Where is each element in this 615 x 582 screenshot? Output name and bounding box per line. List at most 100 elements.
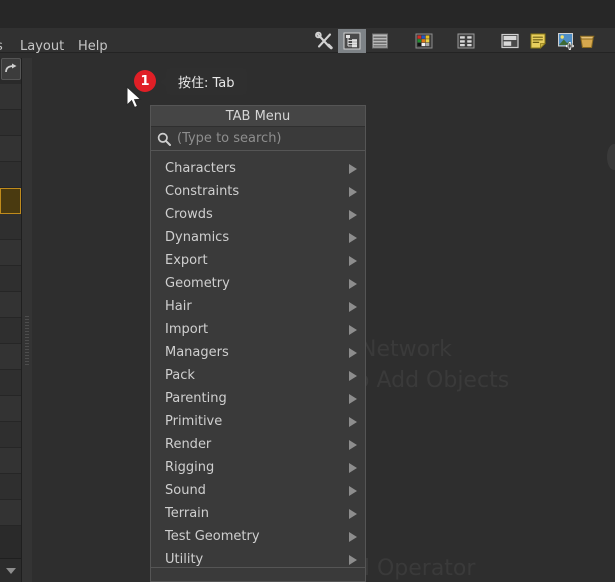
menu-item-help[interactable]: Help (78, 38, 108, 56)
tab-menu-item-label: Dynamics (165, 230, 230, 245)
rail-button-12[interactable] (0, 370, 21, 396)
rail-button-15[interactable] (0, 448, 21, 474)
view-toolbar (310, 29, 596, 53)
submenu-arrow-icon (349, 186, 357, 197)
submenu-arrow-icon (349, 485, 357, 496)
submenu-arrow-icon (349, 416, 357, 427)
tab-menu-item-label: Utility (165, 552, 204, 567)
color-palette-icon[interactable] (410, 29, 438, 53)
menu-item-layout[interactable]: Layout (20, 38, 64, 56)
tab-menu-item-list: Characters Constraints Crowds Dynamics Expor… (151, 151, 365, 567)
tab-menu-item[interactable]: Hair (151, 295, 365, 318)
tab-menu-item[interactable]: Render (151, 433, 365, 456)
tab-menu-item[interactable]: Dynamics (151, 226, 365, 249)
rail-collapse-icon[interactable] (1, 58, 21, 80)
ghost-text-add-objects: o Add Objects (356, 368, 510, 393)
rail-button-7[interactable] (0, 240, 21, 266)
tab-menu-item-label: Export (165, 253, 208, 268)
tab-menu-item-label: Sound (165, 483, 206, 498)
title-strip (0, 0, 615, 28)
edge-handle[interactable] (607, 144, 615, 170)
tab-menu-item-label: Characters (165, 161, 236, 176)
tab-menu-item-label: Primitive (165, 414, 223, 429)
tab-menu-search-row[interactable]: (Type to search) (151, 127, 365, 151)
tab-menu-item-label: Hair (165, 299, 192, 314)
rail-button-10[interactable] (0, 318, 21, 344)
submenu-arrow-icon (349, 531, 357, 542)
rail-button-14[interactable] (0, 422, 21, 448)
tab-menu-item[interactable]: Crowds (151, 203, 365, 226)
search-icon (157, 132, 171, 146)
list-view-icon[interactable] (366, 29, 394, 53)
tab-menu-title: TAB Menu (151, 106, 365, 127)
split-pane-icon[interactable] (496, 29, 524, 53)
keyboard-hint-tooltip: 按住: Tab (160, 68, 247, 95)
submenu-arrow-icon (349, 301, 357, 312)
tab-menu-item-label: Geometry (165, 276, 230, 291)
tab-menu-item-label: Test Geometry (165, 529, 260, 544)
submenu-arrow-icon (349, 393, 357, 404)
export-icon[interactable] (580, 29, 596, 53)
tab-menu-item[interactable]: Test Geometry (151, 525, 365, 548)
tab-menu-item-label: Import (165, 322, 209, 337)
tab-menu-item[interactable]: Primitive (151, 410, 365, 433)
tool-rail (0, 58, 22, 582)
tab-menu-item[interactable]: Pack (151, 364, 365, 387)
sticky-note-icon[interactable] (524, 29, 552, 53)
tab-menu-item[interactable]: Parenting (151, 387, 365, 410)
menu-item-s[interactable]: s (0, 38, 3, 56)
tab-menu-popup[interactable]: TAB Menu (Type to search) Characters Cons… (150, 105, 366, 582)
rail-button-9[interactable] (0, 292, 21, 318)
tab-menu-item[interactable]: Geometry (151, 272, 365, 295)
tab-menu-item[interactable]: Constraints (151, 180, 365, 203)
rail-button-16[interactable] (0, 474, 21, 500)
rail-scroll-down-icon[interactable] (0, 558, 21, 582)
tab-menu-item-label: Parenting (165, 391, 227, 406)
submenu-arrow-icon (349, 347, 357, 358)
tab-menu-item[interactable]: Sound (151, 479, 365, 502)
rail-button-8[interactable] (0, 266, 21, 292)
tab-menu-item[interactable]: Export (151, 249, 365, 272)
add-image-icon[interactable] (552, 29, 580, 53)
tab-menu-item-label: Managers (165, 345, 229, 360)
tab-menu-item[interactable]: Managers (151, 341, 365, 364)
tab-menu-item[interactable]: Characters (151, 157, 365, 180)
rail-button-3[interactable] (0, 136, 21, 162)
submenu-arrow-icon (349, 324, 357, 335)
rail-button-6[interactable] (0, 214, 21, 240)
rail-button-4[interactable] (0, 162, 21, 188)
tab-menu-item[interactable]: Terrain (151, 502, 365, 525)
submenu-arrow-icon (349, 370, 357, 381)
submenu-arrow-icon (349, 209, 357, 220)
submenu-arrow-icon (349, 508, 357, 519)
panel-splitter[interactable] (22, 58, 32, 582)
tab-menu-item[interactable]: Rigging (151, 456, 365, 479)
rail-button-11[interactable] (0, 344, 21, 370)
node-layout-icon[interactable] (452, 29, 480, 53)
tools-icon[interactable] (310, 29, 338, 53)
tree-view-icon[interactable] (338, 29, 366, 53)
tab-menu-footer (151, 567, 365, 581)
submenu-arrow-icon (349, 255, 357, 266)
tab-menu-item-label: Crowds (165, 207, 213, 222)
tab-menu-item-label: Constraints (165, 184, 240, 199)
rail-button-13[interactable] (0, 396, 21, 422)
splitter-grip[interactable] (25, 316, 29, 366)
rail-button-17[interactable] (0, 500, 21, 526)
submenu-arrow-icon (349, 278, 357, 289)
rail-button-5[interactable] (0, 188, 21, 214)
mouse-cursor-icon (126, 86, 142, 109)
ghost-text-network: Network (360, 337, 452, 362)
tab-menu-item-label: Pack (165, 368, 195, 383)
submenu-arrow-icon (349, 232, 357, 243)
tab-menu-item[interactable]: Utility (151, 548, 365, 567)
rail-button-2[interactable] (0, 110, 21, 136)
submenu-arrow-icon (349, 163, 357, 174)
tab-menu-item-label: Rigging (165, 460, 215, 475)
keyboard-hint-text: 按住: Tab (178, 76, 235, 91)
application-window: s Layout Help (0, 0, 615, 582)
rail-button-1[interactable] (0, 84, 21, 110)
search-input[interactable]: (Type to search) (177, 131, 282, 146)
tab-menu-item[interactable]: Import (151, 318, 365, 341)
submenu-arrow-icon (349, 462, 357, 473)
